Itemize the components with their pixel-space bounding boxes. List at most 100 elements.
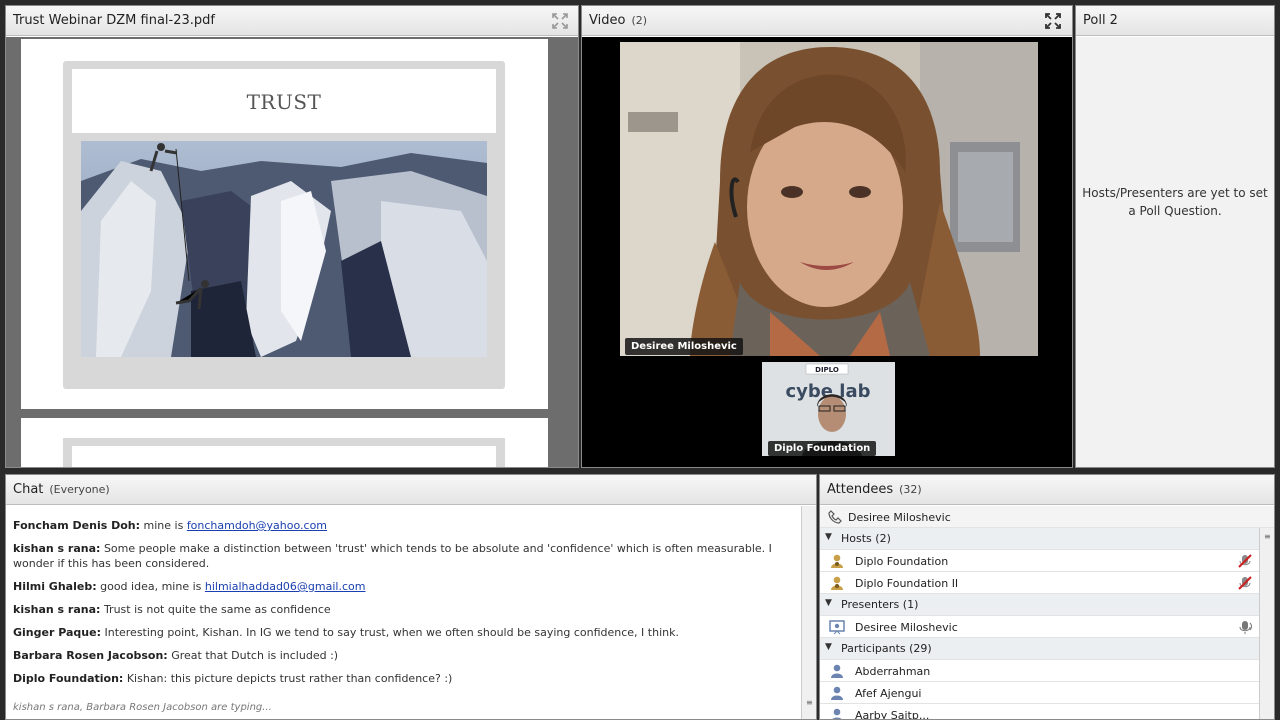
chat-message: Ginger Paque: Interesting point, Kishan.… xyxy=(13,625,798,640)
chat-message: Diplo Foundation: Kishan: this picture d… xyxy=(13,671,798,686)
chat-message: Hilmi Ghaleb: good idea, mine is hilmial… xyxy=(13,579,798,594)
chat-text: Some people make a distinction between '… xyxy=(13,542,772,570)
collapse-triangle-icon[interactable]: ▼ xyxy=(825,642,832,652)
attendee-row[interactable]: Diplo Foundation II xyxy=(820,572,1261,594)
presenter-icon xyxy=(829,620,845,635)
collapse-triangle-icon[interactable]: ▼ xyxy=(825,532,832,542)
group-label: Presenters (1) xyxy=(841,598,919,611)
mic-active-icon[interactable] xyxy=(1237,619,1253,635)
scroll-grip-icon[interactable]: ≡ xyxy=(806,698,813,707)
video-pod-title-text: Video xyxy=(589,13,626,28)
chat-text: mine is xyxy=(143,519,187,532)
chat-title-text: Chat xyxy=(13,482,44,497)
host-user-icon xyxy=(831,576,843,590)
chat-sender: kishan s rana: xyxy=(13,603,101,616)
video-pod-header[interactable]: Video (2) xyxy=(582,6,1072,36)
poll-pod-header[interactable]: Poll 2 xyxy=(1076,6,1274,36)
attendee-row[interactable]: Desiree Miloshevic xyxy=(820,616,1261,638)
chat-text: good idea, mine is xyxy=(100,580,205,593)
share-pod-title: Trust Webinar DZM final-23.pdf xyxy=(13,13,215,28)
scroll-grip-icon[interactable]: ≡ xyxy=(1264,532,1271,541)
chat-pod-title: Chat (Everyone) xyxy=(13,482,110,497)
video-pod-title: Video (2) xyxy=(589,13,647,28)
poll-pod-title: Poll 2 xyxy=(1083,13,1118,28)
chat-sender: Hilmi Ghaleb: xyxy=(13,580,97,593)
attendee-list: Desiree Miloshevic ▼ Hosts (2) Diplo Fou… xyxy=(820,506,1274,719)
chat-sender: Diplo Foundation: xyxy=(13,672,124,685)
attendee-name: Afef Ajengui xyxy=(855,687,922,700)
chat-message: Foncham Denis Doh: mine is fonchamdoh@ya… xyxy=(13,518,798,533)
participant-user-icon xyxy=(832,708,842,719)
attendee-scrollbar[interactable]: ≡ xyxy=(1259,528,1274,719)
chat-message: Barbara Rosen Jacobson: Great that Dutch… xyxy=(13,648,798,663)
chat-scope: (Everyone) xyxy=(49,483,110,496)
attendee-name: Aarby Saitp... xyxy=(855,709,930,720)
group-label: Participants (29) xyxy=(841,642,932,655)
phone-icon xyxy=(828,510,842,524)
chat-text: Trust is not quite the same as confidenc… xyxy=(103,603,331,616)
attendees-pod: Attendees (32) Desiree Miloshevic ▼ Hosts… xyxy=(819,474,1275,720)
attendee-row[interactable]: Aarby Saitp... xyxy=(820,704,1261,720)
chat-scrollbar[interactable]: ≡ xyxy=(801,506,816,719)
chat-pod-header[interactable]: Chat (Everyone) xyxy=(6,475,816,505)
chat-text: Great that Dutch is included :) xyxy=(171,649,339,662)
attendee-name: Abderrahman xyxy=(855,665,931,678)
chat-sender: Foncham Denis Doh: xyxy=(13,519,141,532)
mic-muted-icon[interactable] xyxy=(1237,553,1253,569)
attendee-row[interactable]: Diplo Foundation xyxy=(820,550,1261,572)
chat-sender: Ginger Paque: xyxy=(13,626,101,639)
participant-user-icon xyxy=(831,664,843,678)
attendee-row[interactable]: Afef Ajengui xyxy=(820,682,1261,704)
email-link[interactable]: hilmialhaddad06@gmail.com xyxy=(205,580,366,593)
chat-text: Interesting point, Kishan. In IG we tend… xyxy=(104,626,679,639)
attendee-name: Diplo Foundation xyxy=(855,555,949,568)
attendees-count: (32) xyxy=(899,483,922,496)
attendees-pod-header[interactable]: Attendees (32) xyxy=(820,475,1274,505)
active-speaker-row: Desiree Miloshevic xyxy=(820,506,1274,528)
typing-indicator: kishan s rana, Barbara Rosen Jacobson ar… xyxy=(13,702,272,713)
attendee-name: Diplo Foundation II xyxy=(855,577,959,590)
thumbnail-name-tag: Diplo Foundation xyxy=(768,441,877,456)
email-link[interactable]: fonchamdoh@yahoo.com xyxy=(187,519,327,532)
main-video-feed[interactable]: Desiree Miloshevic xyxy=(620,42,1038,356)
svg-text:DIPLO: DIPLO xyxy=(815,366,839,374)
host-user-icon xyxy=(831,554,843,568)
fullscreen-icon[interactable] xyxy=(1045,13,1061,29)
main-video-name-tag: Desiree Miloshevic xyxy=(625,338,743,355)
chat-sender: Barbara Rosen Jacobson: xyxy=(13,649,168,662)
poll-message: Hosts/Presenters are yet to set a Poll Q… xyxy=(1082,186,1268,218)
chat-sender: kishan s rana: xyxy=(13,542,101,555)
attendee-name: Desiree Miloshevic xyxy=(855,621,958,634)
chat-text: Kishan: this picture depicts trust rathe… xyxy=(126,672,453,685)
slide-title-box: TRUST xyxy=(72,69,496,133)
poll-area: Hosts/Presenters are yet to set a Poll Q… xyxy=(1076,37,1274,467)
video-area: Desiree Miloshevic DIPLO cybe lab Diplo … xyxy=(582,37,1072,467)
slide-page: TRUST xyxy=(21,39,548,409)
participant-user-icon xyxy=(831,686,843,700)
group-label: Hosts (2) xyxy=(841,532,891,545)
group-presenters[interactable]: ▼ Presenters (1) xyxy=(820,594,1261,616)
next-slide-page xyxy=(21,418,548,467)
chat-message: kishan s rana: Some people make a distin… xyxy=(13,541,798,571)
slide-photo xyxy=(81,141,487,357)
fullscreen-icon[interactable] xyxy=(552,13,568,29)
slide-title: TRUST xyxy=(246,90,322,114)
active-speaker-name: Desiree Miloshevic xyxy=(848,511,951,524)
share-pod-header[interactable]: Trust Webinar DZM final-23.pdf xyxy=(6,6,578,36)
thumbnail-video-feed[interactable]: DIPLO cybe lab Diplo Foundation xyxy=(762,362,895,456)
group-participants[interactable]: ▼ Participants (29) xyxy=(820,638,1261,660)
chat-message-list: Foncham Denis Doh: mine is fonchamdoh@ya… xyxy=(13,518,798,694)
attendees-title-text: Attendees xyxy=(827,482,894,497)
group-hosts[interactable]: ▼ Hosts (2) xyxy=(820,528,1261,550)
video-pod: Video (2) Desiree Miloshevic DIPLO cybe … xyxy=(581,5,1073,468)
document-viewer[interactable]: TRUST xyxy=(6,37,578,467)
video-count: (2) xyxy=(631,14,648,27)
poll-pod: Poll 2 Hosts/Presenters are yet to set a… xyxy=(1075,5,1275,468)
collapse-triangle-icon[interactable]: ▼ xyxy=(825,598,832,608)
mic-muted-icon[interactable] xyxy=(1237,575,1253,591)
share-pod: Trust Webinar DZM final-23.pdf TRUST xyxy=(5,5,579,468)
chat-messages-area[interactable]: Foncham Denis Doh: mine is fonchamdoh@ya… xyxy=(6,506,816,719)
slide-frame: TRUST xyxy=(63,61,505,389)
attendees-pod-title: Attendees (32) xyxy=(827,482,922,497)
attendee-row[interactable]: Abderrahman xyxy=(820,660,1261,682)
